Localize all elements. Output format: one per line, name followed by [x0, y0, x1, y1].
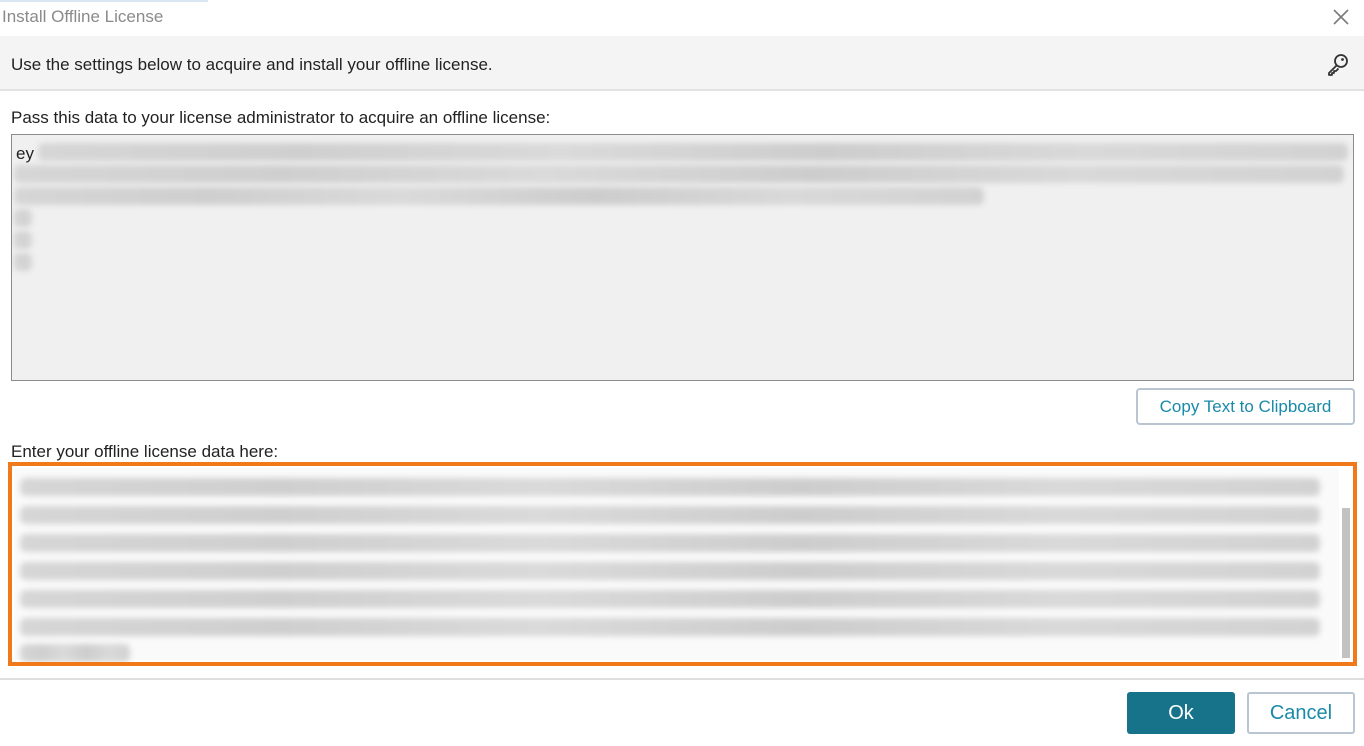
cancel-button[interactable]: Cancel: [1247, 692, 1355, 734]
license-data-label: Enter your offline license data here:: [11, 442, 279, 461]
redacted-text: [20, 562, 1320, 580]
copy-text-to-clipboard-button[interactable]: Copy Text to Clipboard: [1136, 388, 1355, 425]
footer-divider: [0, 678, 1364, 680]
redacted-text: [14, 209, 32, 227]
header-band: Use the settings below to acquire and in…: [0, 36, 1364, 91]
redacted-text: [20, 618, 1320, 636]
redacted-text: [14, 165, 1344, 183]
redacted-text: [20, 534, 1320, 552]
close-icon: [1333, 9, 1349, 25]
close-button[interactable]: [1330, 6, 1352, 28]
request-data-visible-text: ey: [16, 144, 34, 163]
license-data-content: [14, 468, 1339, 662]
redacted-text: [14, 231, 32, 249]
scrollbar-thumb[interactable]: [1342, 508, 1350, 658]
install-offline-license-dialog: Install Offline License Use the settings…: [0, 0, 1364, 746]
header-instruction: Use the settings below to acquire and in…: [11, 55, 493, 74]
title-bar: Install Offline License: [0, 0, 1364, 36]
redacted-text: [38, 143, 1348, 161]
title-accent-bar: [0, 0, 208, 2]
request-data-textarea[interactable]: ey: [11, 134, 1354, 381]
key-icon: [1328, 54, 1348, 76]
license-data-textarea[interactable]: [8, 462, 1357, 666]
redacted-text: [20, 478, 1320, 496]
redacted-text: [20, 506, 1320, 524]
redacted-text: [20, 590, 1320, 608]
license-scrollbar[interactable]: [1341, 468, 1351, 660]
redacted-text: [20, 644, 130, 662]
dialog-title: Install Offline License: [2, 7, 164, 26]
redacted-text: [14, 253, 32, 271]
ok-button[interactable]: Ok: [1127, 692, 1235, 734]
request-data-label: Pass this data to your license administr…: [11, 108, 551, 127]
redacted-text: [14, 187, 984, 205]
